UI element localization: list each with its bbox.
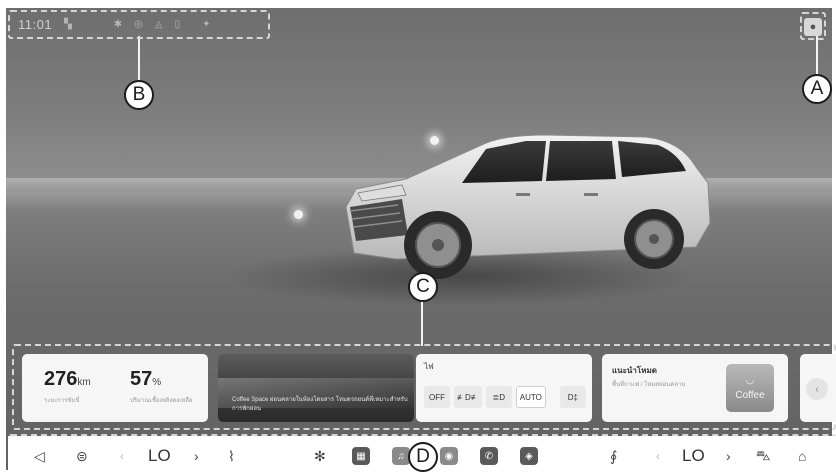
right-temp-value[interactable]: LO: [682, 446, 705, 466]
callout-d: D: [408, 442, 438, 472]
callout-b: B: [124, 80, 154, 110]
home-icon[interactable]: ⌂: [798, 446, 806, 466]
vehicle-stats-card[interactable]: 276km ระยะการขับขี่ 57% ปริมาณเชื้อเพลิง…: [22, 354, 208, 422]
lights-card: ไฟ OFF ≢D≢ ≣D AUTO D‡: [416, 354, 592, 422]
defrost-icon[interactable]: ⊜: [76, 446, 88, 466]
chevron-left-icon: ‹: [806, 378, 828, 400]
bluetooth-icon: ✱: [113, 18, 123, 30]
lights-off-button[interactable]: OFF: [424, 386, 450, 408]
seat-heat-icon[interactable]: ⌇: [228, 446, 235, 466]
signal-icon: ▚: [64, 18, 72, 30]
widget-cards: 276km ระยะการขับขี่ 57% ปริมาณเชื้อเพลิง…: [14, 348, 836, 428]
fuel-stat: 57% ปริมาณเชื้อเพลิงคงเหลือ: [130, 368, 193, 404]
lights-title: ไฟ: [424, 362, 434, 371]
nav-icon[interactable]: ◈: [520, 446, 538, 466]
fan-icon[interactable]: ✻: [314, 446, 326, 466]
clock: 11:01: [18, 16, 53, 32]
device-icon: ▯: [174, 18, 181, 30]
mode-subtitle: พื้นที่กาแฟ / โหมดผ่อนคลาย: [612, 382, 685, 388]
hotspot-dot[interactable]: [294, 210, 303, 219]
media-caption: Coffee Space ผ่อนคลายในห้องโดยสาร โหมดรถ…: [232, 397, 408, 412]
left-temp-value[interactable]: LO: [148, 446, 171, 466]
info-icon: ◎: [134, 18, 143, 30]
user-icon: ●: [809, 21, 817, 33]
profile-button[interactable]: ●: [804, 18, 822, 36]
coffee-mode-button[interactable]: ◡ Coffee: [726, 364, 774, 412]
status-bar: 11:01 ▚ ✱ ◎ ◬ ▯ ✦: [10, 12, 268, 36]
camera-icon[interactable]: ◉: [440, 446, 458, 466]
light-buttons: OFF ≢D≢ ≣D AUTO D‡: [424, 386, 586, 408]
parking-lights-button[interactable]: ≢D≢: [454, 386, 482, 408]
fog-lights-button[interactable]: D‡: [559, 386, 586, 408]
callout-c: C: [408, 272, 438, 302]
chevron-left-icon[interactable]: ‹: [120, 446, 124, 466]
chevron-left-icon[interactable]: ‹: [656, 446, 660, 466]
notification-icon: ◬: [154, 18, 163, 30]
coffee-label: Coffee: [735, 390, 765, 401]
mode-card[interactable]: แนะนำโหมด พื้นที่กาแฟ / โหมดผ่อนคลาย ◡ C…: [602, 354, 788, 422]
volume-icon[interactable]: ◁: [34, 446, 45, 466]
callout-a: A: [802, 74, 832, 104]
auto-lights-button[interactable]: AUTO: [515, 386, 546, 408]
low-beam-button[interactable]: ≣D: [485, 386, 512, 408]
steering-heat-icon[interactable]: ∮: [610, 446, 617, 466]
chevron-right-icon[interactable]: ›: [194, 446, 199, 466]
callout-leader: [421, 298, 423, 346]
range-stat: 276km ระยะการขับขี่: [44, 368, 91, 404]
chevron-right-icon[interactable]: ›: [726, 446, 731, 466]
media-card[interactable]: Coffee Space ผ่อนคลายในห้องโดยสาร โหมดรถ…: [218, 354, 414, 422]
next-card[interactable]: ‹: [800, 354, 836, 422]
phone-icon[interactable]: ✆: [480, 446, 498, 466]
car-icon[interactable]: ⛍: [756, 446, 770, 466]
coffee-cup-icon: ◡: [745, 375, 755, 386]
settings-icon: ✦: [202, 18, 211, 30]
apps-icon[interactable]: ▦: [352, 446, 370, 466]
vehicle-image: [345, 134, 711, 279]
